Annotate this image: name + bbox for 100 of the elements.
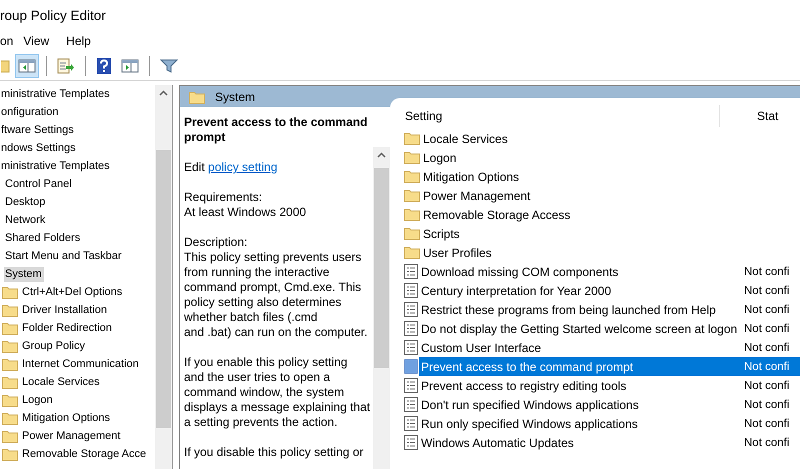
tree-item[interactable]: Start Menu and Taskbar xyxy=(4,248,124,264)
policy-icon xyxy=(404,397,418,412)
policy-setting-link[interactable]: policy setting xyxy=(208,160,278,174)
column-header[interactable]: Setting xyxy=(390,104,720,126)
menu-item[interactable]: Help xyxy=(66,34,91,48)
policy-icon xyxy=(404,359,418,374)
tree-item[interactable]: Removable Storage Acce xyxy=(21,446,148,462)
setting-state: Not confi xyxy=(744,398,790,410)
tree-item[interactable]: onfiguration xyxy=(0,104,60,120)
column-header[interactable]: Stat xyxy=(720,108,778,122)
folder-icon xyxy=(2,394,18,406)
edit-label: Edit xyxy=(184,160,205,174)
folder-icon xyxy=(404,208,420,221)
tree-item[interactable]: Internet Communication xyxy=(21,356,141,372)
setting-row[interactable]: Century interpretation for Year 2000 Not confi xyxy=(419,281,800,300)
setting-name: Windows Automatic Updates xyxy=(421,436,575,450)
folder-icon xyxy=(189,90,205,104)
description-line: This policy setting prevents users xyxy=(184,250,362,265)
description-line: command window, the system xyxy=(184,385,346,400)
tree-item[interactable]: Driver Installation xyxy=(21,302,109,318)
tree-item[interactable]: Folder Redirection xyxy=(21,320,114,336)
setting-row[interactable]: Restrict these programs from being launched from Help Not confi xyxy=(419,300,800,319)
folder-icon xyxy=(404,170,420,183)
description-line: At least Windows 2000 xyxy=(184,205,308,220)
folder-icon xyxy=(404,151,420,164)
folder-icon xyxy=(404,246,420,259)
setting-state: Not confi xyxy=(744,322,790,334)
policy-icon xyxy=(404,378,418,393)
setting-state: Not confi xyxy=(744,436,790,448)
setting-state: Not confi xyxy=(744,380,790,392)
tree-item[interactable]: ministrative Templates xyxy=(0,86,112,102)
menu-item[interactable]: View xyxy=(23,34,50,48)
setting-row[interactable]: Scripts xyxy=(421,224,800,243)
setting-name: Logon xyxy=(423,150,458,164)
setting-state: Not confi xyxy=(744,266,790,278)
policy-icon xyxy=(404,283,418,298)
setting-row[interactable]: Windows Automatic Updates Not confi xyxy=(419,433,800,452)
tree-item[interactable]: Power Management xyxy=(21,428,122,444)
tree-item[interactable]: Ctrl+Alt+Del Options xyxy=(21,284,124,300)
folder-icon xyxy=(404,189,420,202)
setting-row[interactable]: Custom User Interface Not confi xyxy=(419,338,800,357)
description-line: Description: xyxy=(184,235,248,250)
setting-row[interactable]: Prevent access to the command prompt Not confi xyxy=(419,357,800,376)
tree-item[interactable]: Locale Services xyxy=(21,374,102,390)
tree-item[interactable]: Mitigation Options xyxy=(21,410,112,426)
tree-item[interactable]: Group Policy xyxy=(21,338,87,354)
setting-name: Don't run specified Windows applications xyxy=(421,398,640,412)
folder-icon xyxy=(2,430,18,442)
setting-state: Not confi xyxy=(744,360,790,372)
setting-row[interactable]: Logon xyxy=(421,148,800,167)
policy-icon xyxy=(404,302,418,317)
setting-row[interactable]: Run only specified Windows applications Not confi xyxy=(419,414,800,433)
setting-row[interactable]: Prevent access to registry editing tools Not confi xyxy=(419,376,800,395)
setting-row[interactable]: Do not display the Getting Started welcome screen at logon Not confi xyxy=(419,319,800,338)
tree-item[interactable]: ftware Settings xyxy=(0,122,76,138)
policy-icon xyxy=(404,435,418,450)
folder-icon xyxy=(2,286,18,298)
description-line: displays a message explaining that xyxy=(184,400,372,415)
tree-item[interactable]: Logon xyxy=(21,392,55,408)
scrollbar[interactable] xyxy=(155,85,172,469)
setting-name: Power Management xyxy=(423,188,532,202)
setting-row[interactable]: Don't run specified Windows applications Not confi xyxy=(419,395,800,414)
description-line: policy setting also determines xyxy=(184,295,342,310)
setting-name: Restrict these programs from being launched from Help xyxy=(421,302,717,316)
folder-icon xyxy=(404,132,420,145)
setting-row[interactable]: Power Management xyxy=(421,186,800,205)
description-line: a setting prevents the action. xyxy=(184,415,338,430)
setting-name: Mitigation Options xyxy=(423,170,520,184)
setting-name: Prevent access to registry editing tools xyxy=(421,378,628,392)
setting-row[interactable]: Mitigation Options xyxy=(421,167,800,186)
setting-row[interactable]: User Profiles xyxy=(421,243,800,262)
setting-name: Scripts xyxy=(423,226,461,240)
setting-name: Do not display the Getting Started welcome screen at logon xyxy=(421,322,738,336)
setting-row[interactable]: Download missing COM components Not confi xyxy=(419,262,800,281)
policy-icon xyxy=(404,340,418,355)
toolbar-button[interactable] xyxy=(15,54,39,78)
setting-name: Run only specified Windows applications xyxy=(421,416,639,430)
folder-icon xyxy=(2,322,18,334)
setting-row[interactable]: Locale Services xyxy=(421,129,800,148)
scrollbar[interactable] xyxy=(373,147,390,469)
pane-title: System xyxy=(215,90,256,104)
tree-item[interactable]: ndows Settings xyxy=(0,140,78,156)
tree-item[interactable]: Desktop xyxy=(4,194,48,210)
description-line: If you enable this policy setting xyxy=(184,355,348,370)
folder-icon xyxy=(2,412,18,424)
setting-name: Century interpretation for Year 2000 xyxy=(421,284,612,298)
folder-icon xyxy=(2,376,18,388)
tree-item[interactable]: System xyxy=(4,266,44,282)
menu-item[interactable]: on xyxy=(0,34,14,48)
description-line: and .bat) can run on the computer. xyxy=(184,325,368,340)
folder-icon xyxy=(2,340,18,352)
setting-row[interactable]: Removable Storage Access xyxy=(421,205,800,224)
description-line: and the user tries to open a xyxy=(184,370,332,385)
policy-title: Prevent access to the command prompt xyxy=(184,115,368,145)
description-line: command prompt, Cmd.exe. This xyxy=(184,280,362,295)
tree-item[interactable]: Network xyxy=(4,212,48,228)
tree-item[interactable]: ministrative Templates xyxy=(0,158,112,174)
tree-item[interactable]: Control Panel xyxy=(4,176,74,192)
setting-name: Locale Services xyxy=(423,132,509,146)
tree-item[interactable]: Shared Folders xyxy=(4,230,82,246)
